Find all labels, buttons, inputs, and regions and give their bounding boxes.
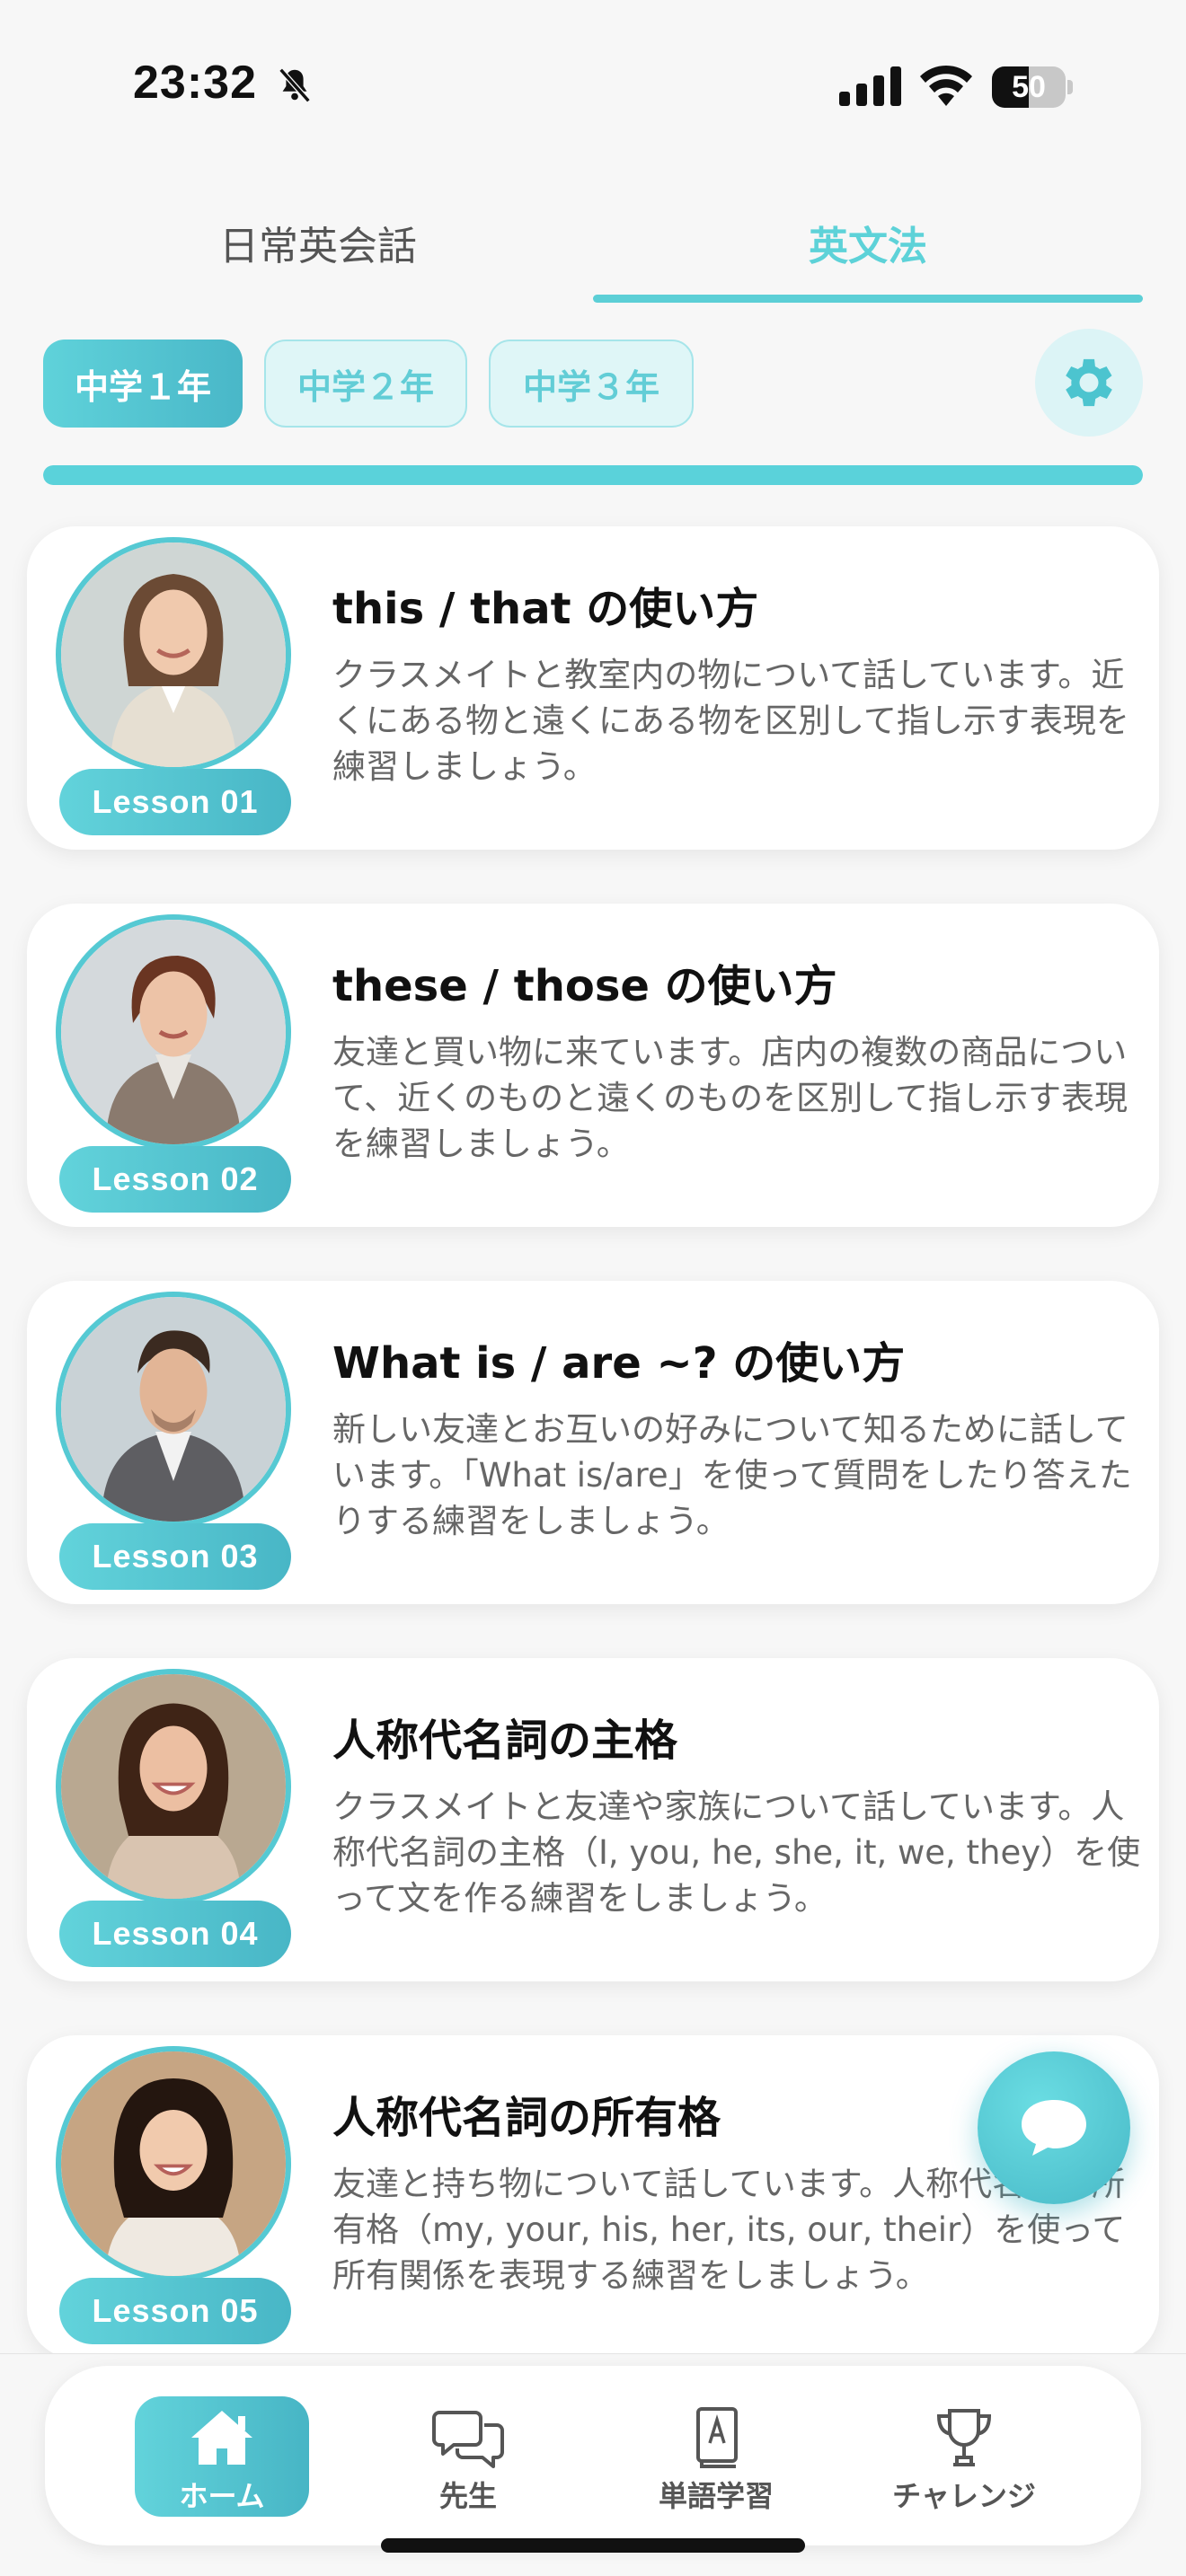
avatar xyxy=(56,2046,291,2281)
lesson-badge: Lesson 02 xyxy=(59,1146,291,1213)
bottom-nav: ホーム 先生 単語学習 チャレンジ xyxy=(45,2366,1141,2545)
lesson-card[interactable]: Lesson 03 What is / are ~? の使い方 新しい友達とお互… xyxy=(27,1281,1159,1604)
lesson-description: クラスメイトと友達や家族について話しています。人称代名詞の主格（I, you, … xyxy=(332,1787,1141,1918)
chip-grade-3[interactable]: 中学３年 xyxy=(489,340,694,428)
gear-icon xyxy=(1066,358,1112,407)
tab-daily-conversation[interactable]: 日常英会話 xyxy=(54,180,582,305)
lesson-title: these / those の使い方 xyxy=(332,961,837,1011)
lesson-description: 新しい友達とお互いの好みについて知るために話しています。「What is/are… xyxy=(332,1410,1132,1540)
chat-button[interactable] xyxy=(978,2051,1130,2204)
lesson-badge: Lesson 04 xyxy=(59,1901,291,1967)
status-time: 23:32 xyxy=(133,57,257,109)
lesson-badge: Lesson 05 xyxy=(59,2278,291,2344)
avatar xyxy=(56,1669,291,1904)
home-indicator xyxy=(381,2538,805,2553)
cellular-signal-icon xyxy=(839,66,901,106)
lesson-badge: Lesson 03 xyxy=(59,1523,291,1590)
chat-bubbles-icon xyxy=(432,2411,504,2468)
chip-grade-2[interactable]: 中学２年 xyxy=(264,340,467,428)
chip-grade-1[interactable]: 中学１年 xyxy=(43,340,243,428)
home-icon xyxy=(191,2411,252,2465)
lesson-card[interactable]: Lesson 04 人称代名詞の主格 クラスメイトと友達や家族について話していま… xyxy=(27,1658,1159,1981)
status-bar: 23:32 50 xyxy=(0,0,1186,171)
lesson-description: クラスメイトと教室内の物について話しています。近くにある物と遠くにある物を区別し… xyxy=(332,656,1129,786)
nav-vocabulary[interactable]: 単語学習 xyxy=(629,2396,803,2517)
lesson-card[interactable]: Lesson 02 these / those の使い方 友達と買い物に来ていま… xyxy=(27,904,1159,1227)
active-tab-indicator xyxy=(593,295,1143,303)
avatar xyxy=(56,1292,291,1527)
nav-teacher[interactable]: 先生 xyxy=(381,2396,555,2517)
progress-bar xyxy=(43,465,1143,485)
trophy-icon xyxy=(936,2409,992,2466)
avatar xyxy=(56,537,291,772)
battery-icon: 50 xyxy=(992,66,1073,108)
progress-fill xyxy=(43,465,1143,485)
lesson-description: 友達と買い物に来ています。店内の複数の商品について、近くのものと遠くのものを区別… xyxy=(332,1033,1128,1163)
lesson-title: this / that の使い方 xyxy=(332,584,759,634)
book-icon xyxy=(696,2407,738,2468)
lesson-card[interactable]: Lesson 05 人称代名詞の所有格 友達と持ち物について話しています。人称代… xyxy=(27,2035,1159,2359)
settings-button[interactable] xyxy=(1035,329,1143,437)
nav-label: チャレンジ xyxy=(892,2479,1036,2513)
lesson-badge: Lesson 01 xyxy=(59,769,291,835)
lesson-title: What is / are ~? の使い方 xyxy=(332,1338,906,1389)
bell-slash-icon xyxy=(279,67,311,103)
lesson-title: 人称代名詞の主格 xyxy=(332,1716,678,1766)
nav-label: ホーム xyxy=(179,2479,265,2513)
top-tabs: 日常英会話 英文法 xyxy=(0,180,1186,305)
lesson-card[interactable]: Lesson 01 this / that の使い方 クラスメイトと教室内の物に… xyxy=(27,526,1159,850)
nav-challenge[interactable]: チャレンジ xyxy=(877,2396,1051,2517)
nav-label: 先生 xyxy=(438,2479,497,2513)
avatar xyxy=(56,914,291,1150)
nav-label: 単語学習 xyxy=(658,2479,774,2513)
battery-level: 50 xyxy=(1012,70,1046,104)
tab-grammar[interactable]: 英文法 xyxy=(593,180,1143,305)
chat-bubble-icon xyxy=(1022,2100,1086,2156)
wifi-icon xyxy=(920,65,972,106)
nav-home[interactable]: ホーム xyxy=(135,2396,309,2517)
